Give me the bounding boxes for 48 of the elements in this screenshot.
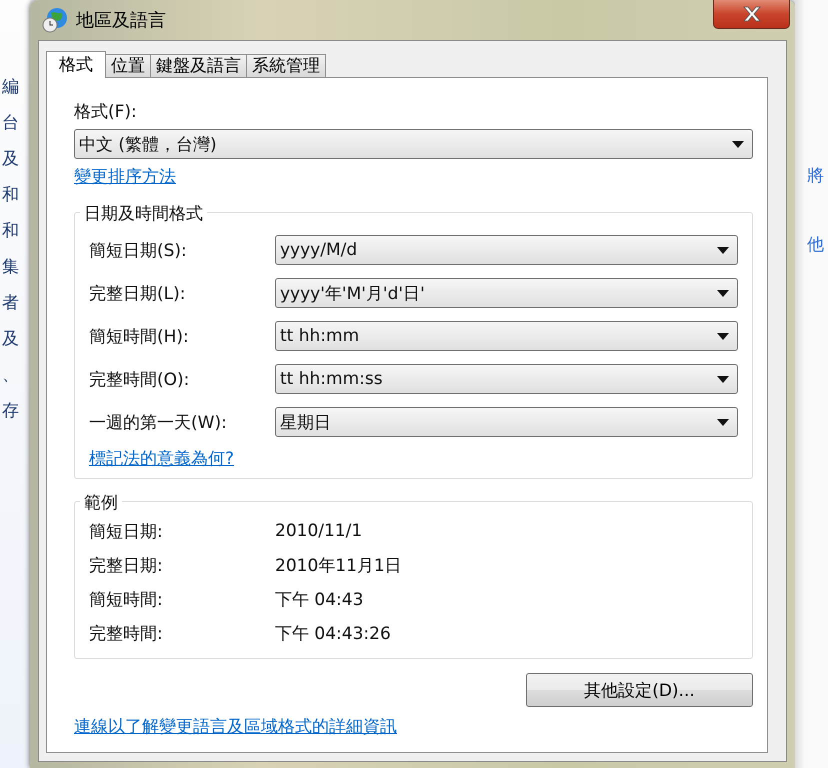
background-text: 、 xyxy=(1,366,20,385)
format-dropdown[interactable]: tt hh:mm:ss xyxy=(275,364,738,394)
tab[interactable]: 系統管理 xyxy=(246,54,326,77)
format-dropdown[interactable]: tt hh:mm xyxy=(275,321,738,351)
dropdown-arrow-icon xyxy=(717,246,729,254)
field-label: 簡短時間(H): xyxy=(89,326,190,348)
example-value: 2010/11/1 xyxy=(275,521,362,541)
info-link[interactable]: 連線以了解變更語言及區域格式的詳細資訊 xyxy=(74,715,397,738)
field-label: 完整時間(O): xyxy=(89,368,190,390)
example-label: 完整時間: xyxy=(89,622,164,644)
format-dropdown[interactable]: 星期日 xyxy=(275,407,738,437)
format-dropdown[interactable]: yyyy'年'M'月'd'日' xyxy=(275,278,738,308)
tab[interactable]: 鍵盤及語言 xyxy=(150,54,247,77)
background-text: 及 xyxy=(1,150,20,169)
tab[interactable]: 格式 xyxy=(46,51,106,78)
dropdown-arrow-icon xyxy=(717,418,729,426)
dropdown-arrow-icon xyxy=(717,376,729,382)
background-text: 存 xyxy=(1,402,20,421)
window-title: 地區及語言 xyxy=(76,9,166,32)
format-dropdown[interactable]: yyyy/M/d xyxy=(275,235,738,265)
dropdown-arrow-icon xyxy=(732,140,744,148)
background-text: 台 xyxy=(1,114,20,133)
dropdown-arrow-icon xyxy=(717,290,729,296)
example-label: 完整日期: xyxy=(89,554,164,576)
background-text: 及 xyxy=(1,330,20,349)
example-label: 簡短時間: xyxy=(89,588,164,610)
field-label: 簡短日期(S): xyxy=(89,240,188,262)
format-dropdown[interactable]: 中文 (繁體，台灣) xyxy=(74,129,753,159)
close-button[interactable] xyxy=(713,0,790,29)
field-label: 一週的第一天(W): xyxy=(89,412,228,434)
help-link[interactable]: 標記法的意義為何? xyxy=(89,449,234,469)
additional-settings-button[interactable]: 其他設定(D)... xyxy=(526,673,753,707)
tab[interactable]: 位置 xyxy=(105,54,151,77)
background-text: 和 xyxy=(1,186,20,205)
close-icon xyxy=(742,6,762,22)
sort-link[interactable]: 變更排序方法 xyxy=(74,165,176,188)
dropdown-arrow-icon xyxy=(717,332,729,340)
example-value: 2010年11月1日 xyxy=(275,554,402,576)
background-text: 和 xyxy=(1,222,20,241)
example-value: 下午 04:43:26 xyxy=(275,622,391,644)
example-label: 簡短日期: xyxy=(89,520,164,542)
background-text: 者 xyxy=(1,294,20,313)
background-text: 集 xyxy=(1,258,20,277)
format-label: 格式(F): xyxy=(74,101,138,123)
example-value: 下午 04:43 xyxy=(275,588,364,610)
field-label: 完整日期(L): xyxy=(89,282,186,304)
background-text: 編 xyxy=(1,78,20,97)
globe-clock-icon xyxy=(42,7,68,33)
